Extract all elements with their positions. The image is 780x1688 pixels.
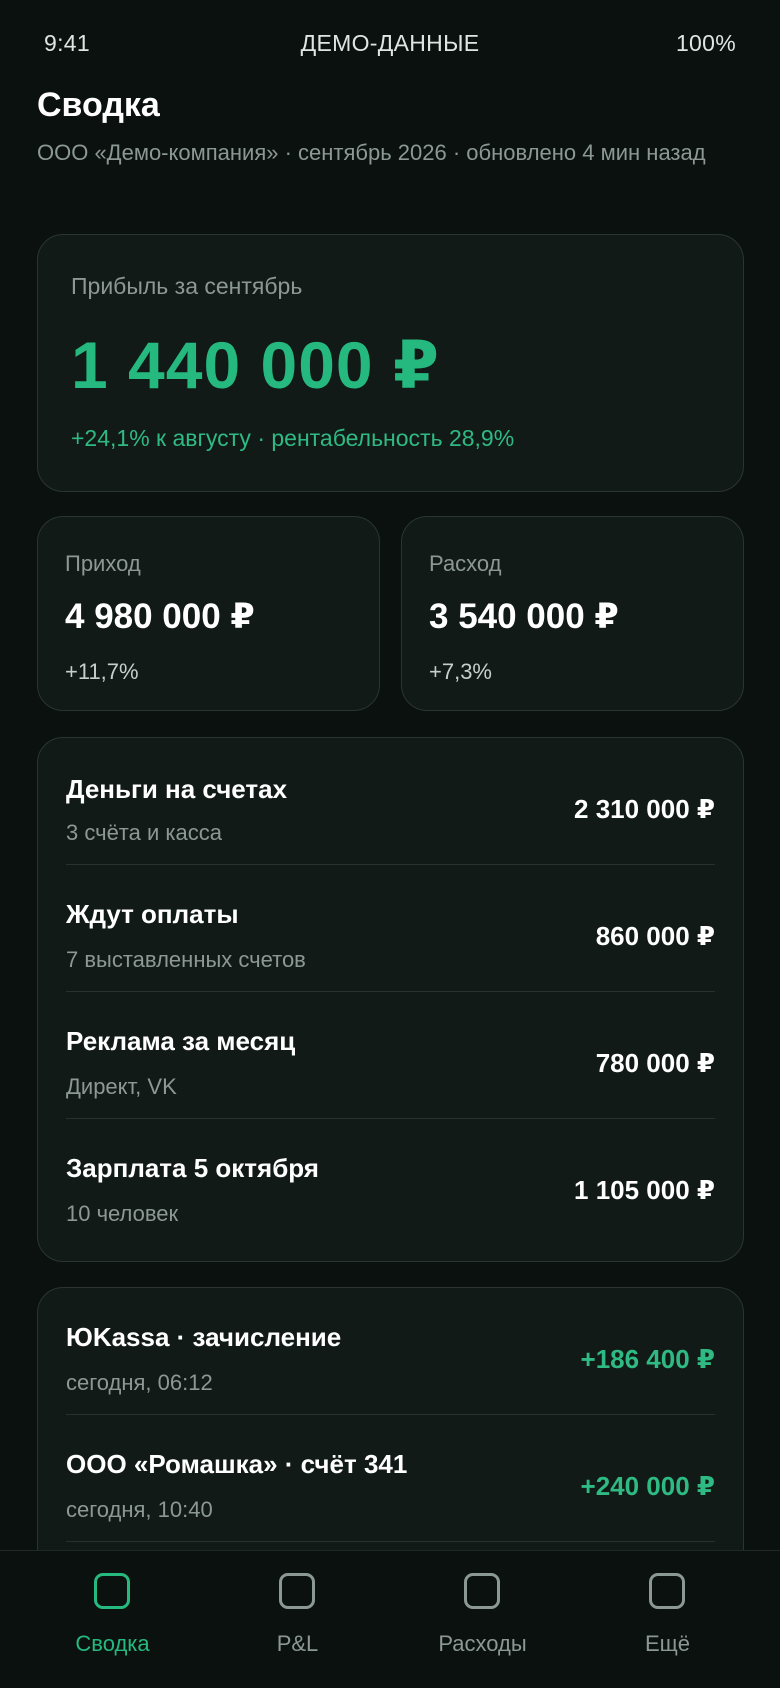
expense-delta: +7,3% — [429, 659, 492, 684]
metric-amount: 1 105 000 ₽ — [574, 1175, 715, 1205]
screen: 9:41 ДЕМО-ДАННЫЕ 100% Сводка ООО «Демо-к… — [0, 0, 780, 1688]
transaction-time: сегодня, 06:12 — [66, 1370, 213, 1395]
tab-summary[interactable]: Сводка — [15, 1551, 210, 1688]
metric-row-salary[interactable]: Зарплата 5 октября 10 человек 1 105 000 … — [66, 1119, 715, 1246]
profit-delta: +24,1% к августу · рентабельность 28,9% — [71, 425, 515, 451]
transaction-title: ООО «Ромашка» · счёт 341 — [66, 1449, 408, 1479]
metric-title: Реклама за месяц — [66, 1026, 296, 1056]
summary-icon — [94, 1573, 130, 1609]
bottom-tab-bar: Сводка P&L Расходы Ещё — [0, 1550, 780, 1688]
transaction-amount: +240 000 ₽ — [580, 1471, 715, 1501]
status-battery: 100% — [675, 30, 736, 56]
metric-row-ads[interactable]: Реклама за месяц Директ, VK 780 000 ₽ — [66, 992, 715, 1119]
profit-card[interactable]: Прибыль за сентябрь 1 440 000 ₽ +24,1% к… — [37, 234, 744, 492]
income-card[interactable]: Приход 4 980 000 ₽ +11,7% — [37, 516, 380, 711]
metric-amount: 780 000 ₽ — [595, 1048, 715, 1078]
transaction-row[interactable]: ЮKassa · зачисление сегодня, 06:12 +186 … — [66, 1288, 715, 1415]
tab-label: P&L — [276, 1631, 319, 1656]
transaction-row[interactable]: ООО «Ромашка» · счёт 341 сегодня, 10:40 … — [66, 1415, 715, 1542]
income-delta: +11,7% — [65, 659, 139, 684]
tab-pnl[interactable]: P&L — [200, 1551, 395, 1688]
metric-title: Зарплата 5 октября — [66, 1153, 319, 1183]
metrics-card: Деньги на счетах 3 счёта и касса 2 310 0… — [37, 737, 744, 1262]
page-title: Сводка — [37, 86, 160, 124]
metric-row-receivables[interactable]: Ждут оплаты 7 выставленных счетов 860 00… — [66, 865, 715, 992]
income-label: Приход — [65, 551, 141, 576]
metric-title: Деньги на счетах — [66, 774, 288, 804]
metric-row-balance[interactable]: Деньги на счетах 3 счёта и касса 2 310 0… — [66, 738, 715, 865]
expense-value: 3 540 000 ₽ — [429, 597, 619, 636]
profit-label: Прибыль за сентябрь — [71, 273, 303, 299]
status-bar: 9:41 ДЕМО-ДАННЫЕ 100% — [0, 0, 780, 84]
metric-amount: 2 310 000 ₽ — [574, 794, 715, 824]
metric-subtitle: 3 счёта и касса — [66, 820, 222, 845]
expense-label: Расход — [429, 551, 502, 576]
profit-value: 1 440 000 ₽ — [71, 328, 440, 402]
pnl-icon — [279, 1573, 315, 1609]
expenses-icon — [464, 1573, 500, 1609]
expense-card[interactable]: Расход 3 540 000 ₽ +7,3% — [401, 516, 744, 711]
metric-subtitle: 10 человек — [66, 1201, 179, 1226]
income-value: 4 980 000 ₽ — [65, 597, 255, 636]
status-demo-label: ДЕМО-ДАННЫЕ — [300, 30, 480, 56]
transaction-amount: +186 400 ₽ — [580, 1344, 715, 1374]
tab-label: Расходы — [438, 1631, 527, 1656]
metric-amount: 860 000 ₽ — [595, 921, 715, 951]
tab-label: Сводка — [75, 1631, 150, 1656]
tab-label: Ещё — [644, 1631, 690, 1656]
metric-subtitle: Директ, VK — [66, 1074, 177, 1099]
metric-title: Ждут оплаты — [66, 899, 239, 929]
tab-more[interactable]: Ещё — [570, 1551, 765, 1688]
metric-subtitle: 7 выставленных счетов — [66, 947, 306, 972]
transaction-time: сегодня, 10:40 — [66, 1497, 213, 1522]
transaction-title: ЮKassa · зачисление — [66, 1322, 342, 1352]
page-subtitle: ООО «Демо-компания» · сентябрь 2026 · об… — [37, 140, 706, 165]
more-icon — [649, 1573, 685, 1609]
tab-expenses[interactable]: Расходы — [385, 1551, 580, 1688]
